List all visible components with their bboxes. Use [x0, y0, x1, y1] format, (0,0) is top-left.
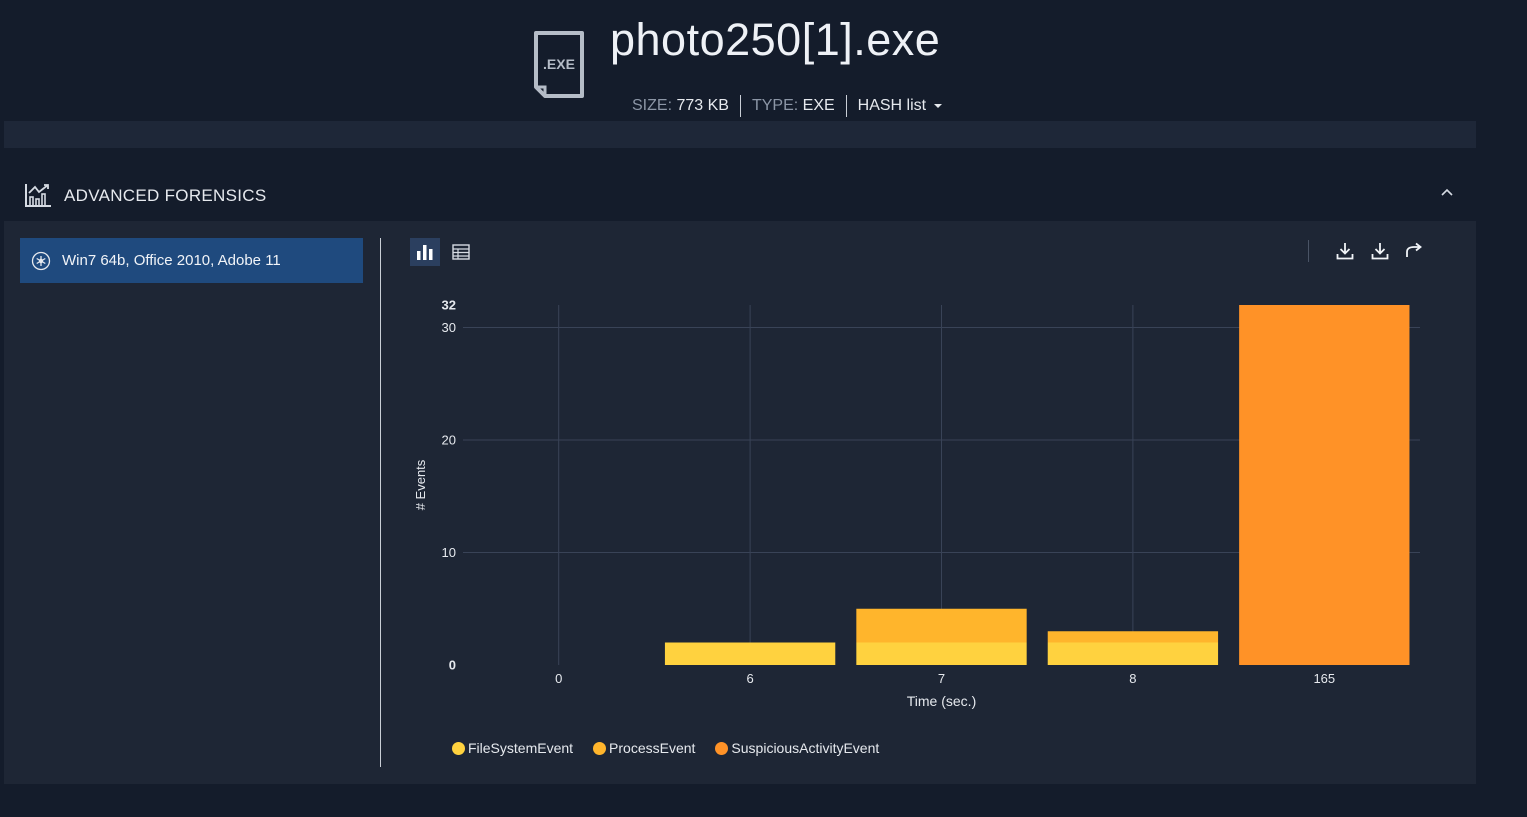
type-value: EXE [802, 97, 835, 114]
chevron-up-icon[interactable] [1440, 186, 1454, 200]
exe-icon-label: .EXE [543, 56, 575, 72]
bar-segment-FileSystemEvent [664, 642, 836, 665]
y-tick-label: 32 [442, 298, 456, 313]
x-tick-label: 8 [1129, 671, 1136, 686]
legend-item[interactable]: ProcessEvent [593, 740, 695, 756]
y-tick-label: 10 [442, 545, 456, 560]
file-name-title: photo250[1].exe [610, 14, 941, 65]
bar-segment-FileSystemEvent [1047, 642, 1219, 665]
legend-swatch [715, 741, 729, 755]
type-label: TYPE: [751, 97, 799, 114]
chart-legend: FileSystemEvent ProcessEvent SuspiciousAct… [452, 740, 899, 756]
legend-item[interactable]: SuspiciousActivityEvent [715, 740, 879, 756]
x-axis-label: Time (sec.) [907, 693, 976, 709]
meta-divider [845, 95, 847, 117]
x-tick-label: 6 [746, 671, 753, 686]
hash-list-dropdown[interactable]: HASH list [857, 97, 943, 115]
legend-swatch [452, 741, 465, 755]
advanced-forensics-header[interactable]: ADVANCED FORENSICS [4, 168, 1476, 221]
x-tick-label: 0 [555, 671, 562, 686]
bar-segment-ProcessEvent [856, 608, 1027, 643]
file-header: .EXE photo250[1].exe SIZE: 773 KB TYPE: … [0, 0, 1527, 122]
meta-divider [739, 95, 741, 117]
size-value: 773 KB [676, 97, 729, 114]
legend-label: FileSystemEvent [468, 740, 574, 756]
x-tick-label: 7 [938, 671, 945, 686]
exe-file-icon: .EXE [534, 31, 584, 98]
x-tick-label: 165 [1313, 671, 1335, 686]
y-tick-label: 20 [442, 433, 456, 448]
section-title: ADVANCED FORENSICS [64, 186, 267, 205]
header-strip [4, 121, 1476, 148]
size-label: SIZE: [632, 97, 673, 114]
hash-list-label: HASH list [857, 97, 927, 114]
bar-segment-ProcessEvent [1047, 631, 1219, 643]
legend-swatch [593, 741, 607, 755]
legend-label: ProcessEvent [609, 740, 696, 756]
bar-segment-FileSystemEvent [856, 642, 1027, 665]
y-tick-label: 0 [449, 658, 456, 673]
caret-down-icon [934, 103, 943, 108]
forensics-panel: Win7 64b, Office 2010, Adobe 11 0 10 20 … [4, 221, 1476, 784]
legend-label: SuspiciousActivityEvent [731, 740, 880, 756]
file-meta: SIZE: 773 KB TYPE: EXE HASH list [632, 95, 943, 117]
chart-trend-icon [25, 184, 51, 207]
y-axis-label: # Events [413, 459, 428, 510]
bar-segment-SuspiciousActivityEvent [1239, 305, 1410, 665]
y-tick-label: 30 [442, 320, 456, 335]
legend-item[interactable]: FileSystemEvent [452, 740, 573, 756]
events-bar-chart: 0 10 20 30 32 0 6 7 8 165 Time (sec.) # Events [413, 298, 1420, 709]
